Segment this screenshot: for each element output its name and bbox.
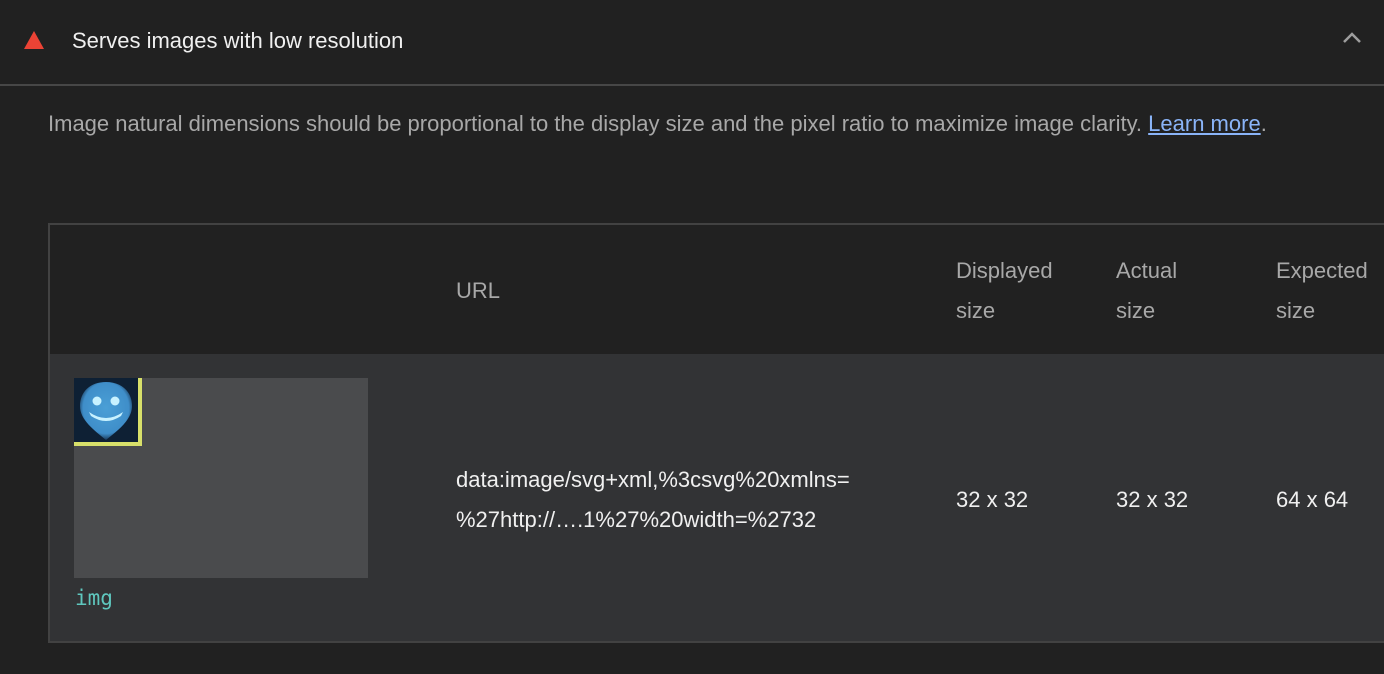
smiley-face-icon bbox=[74, 378, 142, 446]
displayed-size-cell: 32 x 32 bbox=[956, 487, 1029, 512]
warning-triangle-icon bbox=[24, 31, 44, 49]
header-actual-line1: Actual bbox=[1116, 258, 1178, 283]
header-expected-size: Expected size bbox=[1276, 251, 1368, 331]
actual-size-cell: 32 x 32 bbox=[1116, 487, 1189, 512]
header-expected-line2: size bbox=[1276, 298, 1316, 323]
header-url: URL bbox=[456, 278, 501, 303]
header-actual-line2: size bbox=[1116, 298, 1156, 323]
header-expected-line1: Expected bbox=[1276, 258, 1368, 283]
audit-title: Serves images with low resolution bbox=[72, 28, 404, 53]
header-actual-size: Actual size bbox=[1116, 251, 1177, 331]
audit-header[interactable]: Serves images with low resolution bbox=[0, 0, 1384, 86]
header-displayed-line1: Displayed bbox=[956, 258, 1053, 283]
node-label: img bbox=[75, 586, 113, 610]
url-line2: %27http://….1%27%20width=%2732 bbox=[456, 507, 817, 532]
chevron-up-icon[interactable] bbox=[1342, 30, 1362, 44]
audit-description: Image natural dimensions should be propo… bbox=[48, 104, 1348, 144]
description-suffix: . bbox=[1260, 111, 1267, 136]
details-table: URL Displayed size Actual size Expected … bbox=[48, 223, 1384, 643]
header-displayed-size: Displayed size bbox=[956, 251, 1053, 331]
learn-more-link[interactable]: Learn more bbox=[1148, 111, 1261, 136]
audit-low-resolution-images: Serves images with low resolution Image … bbox=[0, 0, 1384, 674]
table-header: URL Displayed size Actual size Expected … bbox=[50, 225, 1384, 354]
header-displayed-line2: size bbox=[956, 298, 996, 323]
table-row: img data:image/svg+xml,%3csvg%20xmlns= %… bbox=[50, 354, 1384, 641]
description-text: Image natural dimensions should be propo… bbox=[48, 111, 1149, 136]
expected-size-cell: 64 x 64 bbox=[1276, 487, 1349, 512]
element-screenshot[interactable] bbox=[74, 378, 368, 578]
url-line1: data:image/svg+xml,%3csvg%20xmlns= bbox=[456, 467, 850, 492]
smiley-pin-graphic bbox=[80, 382, 132, 440]
url-cell[interactable]: data:image/svg+xml,%3csvg%20xmlns= %27ht… bbox=[456, 460, 916, 540]
